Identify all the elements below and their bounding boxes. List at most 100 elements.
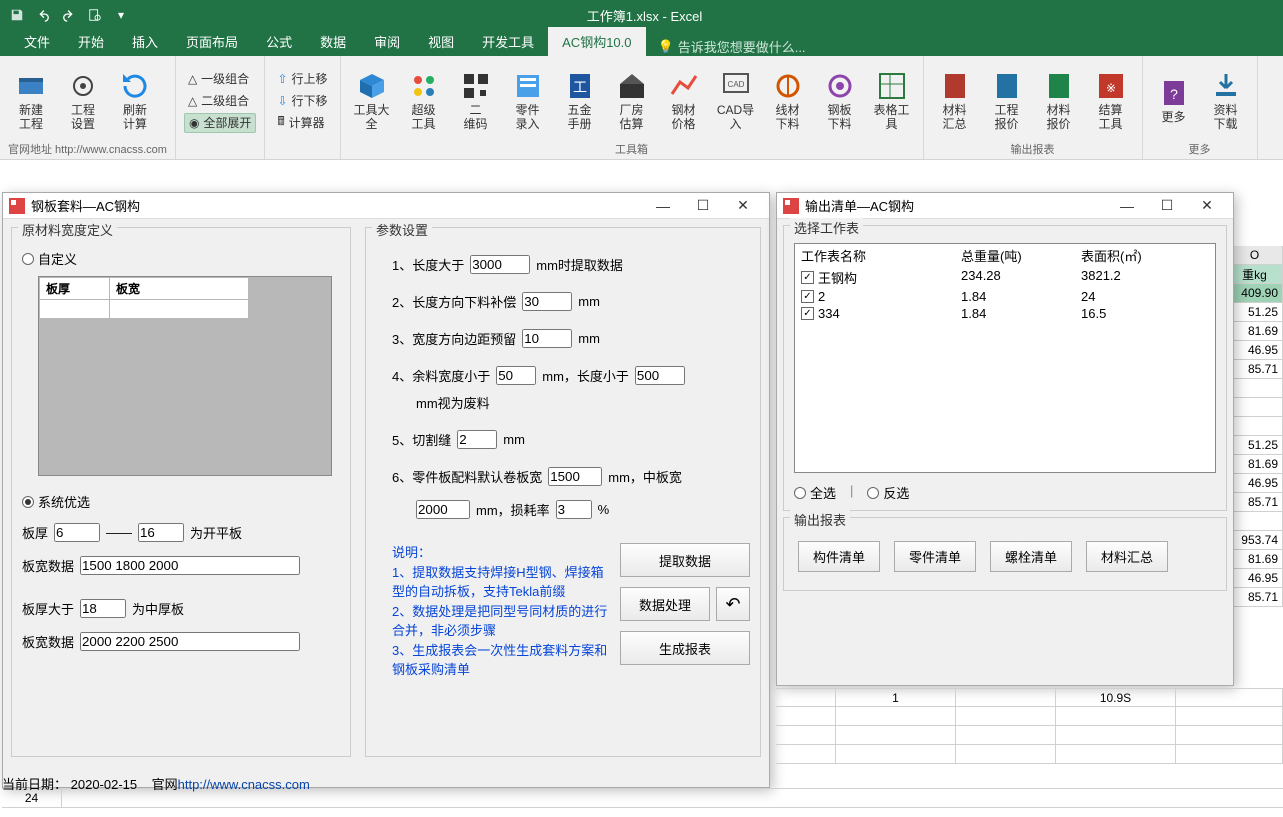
- component-list-button[interactable]: 构件清单: [798, 541, 880, 572]
- thick-gt-input[interactable]: [80, 599, 126, 618]
- part-list-button[interactable]: 零件清单: [894, 541, 976, 572]
- p4-input2[interactable]: [635, 366, 685, 385]
- dialog2-title: 输出清单—AC钢构: [805, 196, 914, 215]
- thick-from-input[interactable]: [54, 523, 100, 542]
- official-link[interactable]: http://www.cnacss.com: [178, 777, 310, 792]
- redo-icon[interactable]: [58, 4, 80, 26]
- thick-gt-label: 板厚大于: [22, 599, 74, 618]
- new-project-button[interactable]: 新建 工程: [8, 68, 54, 134]
- recalc-button[interactable]: 刷新 计算: [112, 68, 158, 134]
- tab-review[interactable]: 审阅: [360, 27, 414, 56]
- sheet-row[interactable]: ✓王钢构234.283821.2: [795, 267, 1215, 288]
- select-all-radio[interactable]: 全选: [794, 483, 836, 502]
- system-preferred-radio[interactable]: 系统优选: [22, 492, 340, 511]
- maximize-icon[interactable]: ☐: [683, 194, 723, 218]
- tab-view[interactable]: 视图: [414, 27, 468, 56]
- settlement-tool-button[interactable]: ※结算 工具: [1088, 68, 1134, 134]
- super-tool-button[interactable]: 超级 工具: [401, 68, 447, 134]
- tell-me[interactable]: 💡 告诉我您想要做什么...: [658, 37, 806, 56]
- thick-to-input[interactable]: [138, 523, 184, 542]
- plate-cut-button[interactable]: 钢板 下料: [817, 68, 863, 134]
- p5-input[interactable]: [457, 430, 497, 449]
- material-quote-button[interactable]: 材料 报价: [1036, 68, 1082, 134]
- undo-icon[interactable]: [32, 4, 54, 26]
- note2: 2、数据处理是把同型号同材质的进行合并，非必须步骤: [392, 602, 610, 641]
- table-tool-button[interactable]: 表格工 具: [869, 68, 915, 134]
- calculator-button[interactable]: 🖩计算器: [273, 113, 331, 133]
- generate-report-button[interactable]: 生成报表: [620, 631, 750, 665]
- p6-input2[interactable]: [416, 500, 470, 519]
- minimize-icon[interactable]: —: [1107, 194, 1147, 218]
- current-date: 2020-02-15: [71, 777, 138, 792]
- qrcode-button[interactable]: 二 维码: [453, 68, 499, 134]
- preview-icon[interactable]: [84, 4, 106, 26]
- tab-home[interactable]: 开始: [64, 27, 118, 56]
- extract-data-button[interactable]: 提取数据: [620, 543, 750, 577]
- material-summary2-button[interactable]: 材料汇总: [1086, 541, 1168, 572]
- download-button[interactable]: 资料 下载: [1203, 68, 1249, 134]
- project-settings-button[interactable]: 工程 设置: [60, 68, 106, 134]
- material-summary-button[interactable]: 材料 汇总: [932, 68, 978, 134]
- part-entry-button[interactable]: 零件 录入: [505, 68, 551, 134]
- tab-insert[interactable]: 插入: [118, 27, 172, 56]
- cad-import-button[interactable]: CADCAD导 入: [713, 68, 759, 134]
- tab-ac[interactable]: AC钢构10.0: [548, 27, 645, 56]
- sheet-row[interactable]: ✓3341.8416.5: [795, 305, 1215, 322]
- output-report-label: 输出报表: [790, 510, 850, 529]
- bolt-list-button[interactable]: 螺栓清单: [990, 541, 1072, 572]
- bulb-icon: 💡: [658, 39, 674, 55]
- tab-dev[interactable]: 开发工具: [468, 27, 548, 56]
- close-icon[interactable]: ✕: [1187, 194, 1227, 218]
- tab-data[interactable]: 数据: [306, 27, 360, 56]
- p3-input[interactable]: [522, 329, 572, 348]
- more-group-label: 更多: [1151, 141, 1249, 157]
- thick-label: 板厚: [22, 523, 48, 542]
- col-header-O[interactable]: O: [1227, 246, 1283, 264]
- col-width: 板宽: [110, 278, 249, 300]
- p2-input[interactable]: [522, 292, 572, 311]
- p6-rate-input[interactable]: [556, 500, 592, 519]
- save-icon[interactable]: [6, 4, 28, 26]
- grid-cell[interactable]: 10.9S: [1056, 689, 1176, 706]
- tool-all-button[interactable]: 工具大 全: [349, 68, 395, 134]
- undo-process-button[interactable]: ↶: [716, 587, 750, 621]
- row-up-button[interactable]: ⇧行上移: [273, 69, 331, 89]
- col-area: 表面积(㎡): [1081, 246, 1209, 265]
- maximize-icon[interactable]: ☐: [1147, 194, 1187, 218]
- params-group-label: 参数设置: [372, 220, 432, 239]
- hardware-manual-button[interactable]: 工五金 手册: [557, 68, 603, 134]
- tell-me-label: 告诉我您想要做什么...: [678, 37, 806, 56]
- line-cut-button[interactable]: 线材 下料: [765, 68, 811, 134]
- level2-combo-button[interactable]: △二级组合: [184, 91, 257, 111]
- grid-cell[interactable]: 1: [836, 689, 956, 706]
- plant-estimate-button[interactable]: 厂房 估算: [609, 68, 655, 134]
- steel-price-button[interactable]: 钢材 价格: [661, 68, 707, 134]
- expand-all-button[interactable]: ◉全部展开: [184, 113, 257, 133]
- more-button[interactable]: ?更多: [1151, 68, 1197, 134]
- width-data1-input[interactable]: [80, 556, 300, 575]
- p1-input[interactable]: [470, 255, 530, 274]
- level1-combo-button[interactable]: △一级组合: [184, 69, 257, 89]
- width-data2-input[interactable]: [80, 632, 300, 651]
- sheet-row[interactable]: ✓21.8424: [795, 288, 1215, 305]
- plate-nesting-dialog: 钢板套料—AC钢构 — ☐ ✕ 原材料宽度定义 自定义 板厚板宽 系统优选: [2, 192, 770, 788]
- minimize-icon[interactable]: —: [643, 194, 683, 218]
- invert-radio[interactable]: 反选: [867, 483, 909, 502]
- select-sheet-label: 选择工作表: [790, 218, 863, 237]
- output-group-label: 输出报表: [932, 141, 1134, 157]
- qat-dropdown-icon[interactable]: ▾: [110, 4, 132, 26]
- ribbon-body: 新建 工程 工程 设置 刷新 计算 官网地址 http://www.cnacss…: [0, 56, 1283, 160]
- custom-radio[interactable]: 自定义: [22, 249, 340, 268]
- close-icon[interactable]: ✕: [723, 194, 763, 218]
- tab-formula[interactable]: 公式: [252, 27, 306, 56]
- col-thickness: 板厚: [40, 278, 110, 300]
- tab-file[interactable]: 文件: [10, 27, 64, 56]
- project-quote-button[interactable]: 工程 报价: [984, 68, 1030, 134]
- width-data-label2: 板宽数据: [22, 632, 74, 651]
- tab-layout[interactable]: 页面布局: [172, 27, 252, 56]
- p4-input1[interactable]: [496, 366, 536, 385]
- app-icon: [783, 198, 799, 214]
- row-down-button[interactable]: ⇩行下移: [273, 91, 331, 111]
- process-data-button[interactable]: 数据处理: [620, 587, 710, 621]
- p6-input1[interactable]: [548, 467, 602, 486]
